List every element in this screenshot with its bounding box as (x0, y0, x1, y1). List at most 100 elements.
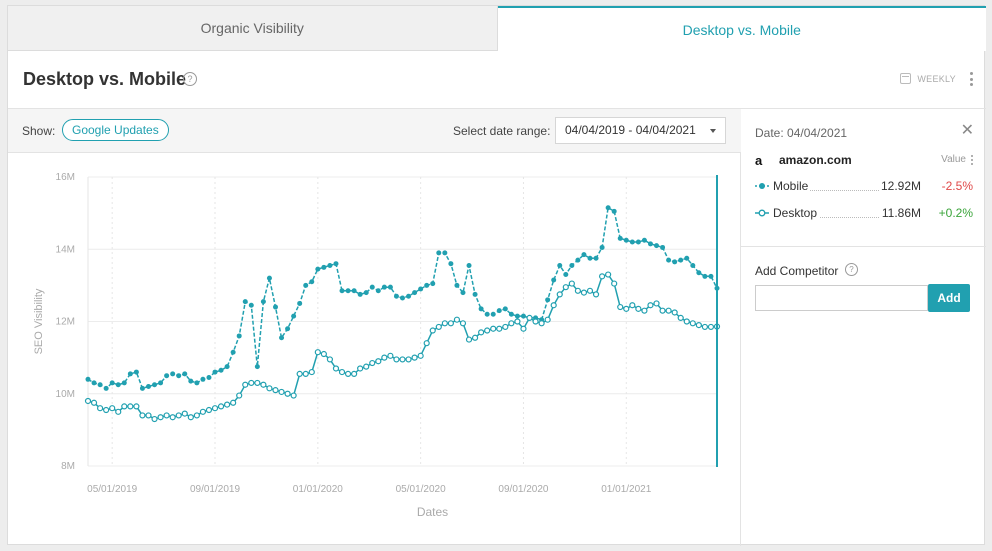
add-competitor-button[interactable]: Add (928, 284, 970, 312)
data-point-mobile (472, 291, 478, 297)
data-point-desktop (338, 368, 346, 376)
data-point-mobile (581, 252, 587, 258)
data-point-desktop (435, 323, 442, 331)
data-point-desktop (520, 325, 527, 332)
competitor-input[interactable] (755, 285, 928, 311)
data-point-desktop (387, 352, 394, 359)
data-point-desktop (411, 354, 418, 361)
data-point-desktop (151, 415, 158, 423)
data-point-mobile (672, 259, 678, 265)
x-tick-label: 01/01/2021 (601, 484, 651, 495)
data-point-mobile (121, 380, 127, 386)
data-point-desktop (266, 385, 273, 392)
data-point-mobile (545, 297, 551, 303)
data-point-desktop (617, 303, 624, 311)
data-point-desktop (351, 370, 358, 377)
hollow-dot-marker-icon (755, 209, 769, 217)
data-point-desktop (689, 320, 696, 327)
data-point-mobile (708, 273, 714, 279)
show-label: Show: (22, 124, 56, 138)
y-tick-label: 8M (61, 461, 75, 472)
data-point-mobile (115, 382, 121, 388)
google-updates-toggle[interactable]: Google Updates (62, 119, 169, 141)
data-point-mobile (224, 364, 230, 370)
date-range-select[interactable]: 04/04/2019 - 04/04/2021 (555, 117, 726, 144)
data-point-desktop (611, 280, 618, 287)
interval-toggle[interactable]: WEEKLY (900, 73, 956, 84)
tab-desktop-vs-mobile[interactable]: Desktop vs. Mobile (497, 6, 986, 51)
data-point-desktop (217, 403, 225, 410)
series-change: +0.2% (938, 206, 973, 220)
data-point-desktop (677, 314, 684, 321)
data-point-desktop (296, 370, 303, 377)
data-point-mobile (460, 290, 466, 296)
series-value: 11.86M (879, 206, 921, 220)
data-point-desktop (641, 307, 648, 314)
data-point-mobile (145, 384, 151, 390)
data-point-mobile (599, 244, 605, 250)
data-point-desktop (302, 370, 309, 377)
close-icon[interactable]: ✕ (961, 123, 974, 139)
data-point-desktop (592, 291, 600, 298)
data-point-desktop (665, 307, 672, 314)
y-tick-label: 16M (56, 172, 75, 183)
data-point-mobile (496, 308, 502, 314)
data-point-desktop (526, 314, 533, 321)
data-point-desktop (635, 305, 642, 312)
data-point-desktop (193, 412, 200, 419)
x-tick-label: 05/01/2020 (396, 484, 446, 495)
data-point-desktop (260, 381, 267, 388)
data-point-mobile (666, 257, 672, 263)
data-point-desktop (326, 356, 334, 363)
data-point-desktop (369, 359, 376, 367)
app-panel: Organic Visibility Desktop vs. Mobile De… (7, 5, 986, 546)
data-point-desktop (562, 284, 569, 291)
data-point-mobile (103, 385, 109, 391)
series-change: -2.5% (941, 179, 973, 193)
data-point-desktop (586, 287, 594, 294)
data-point-mobile (563, 272, 569, 278)
data-point-desktop (405, 356, 412, 363)
more-options-icon[interactable] (970, 72, 973, 86)
data-point-mobile (85, 376, 91, 382)
data-point-mobile (484, 311, 490, 317)
data-point-mobile (514, 313, 520, 319)
help-icon[interactable]: ? (183, 72, 197, 86)
data-point-desktop (139, 412, 146, 419)
data-point-mobile (91, 380, 97, 386)
data-point-mobile (587, 255, 593, 261)
data-point-desktop (254, 379, 261, 387)
tab-organic-visibility[interactable]: Organic Visibility (8, 6, 498, 51)
data-point-mobile (375, 288, 381, 294)
data-point-mobile (490, 311, 496, 317)
data-point-mobile (176, 373, 182, 379)
data-point-desktop (103, 406, 110, 414)
data-point-mobile (351, 288, 357, 294)
data-point-desktop (393, 356, 400, 363)
value-options-icon[interactable] (971, 155, 973, 165)
domain-name: amazon.com (779, 153, 852, 167)
data-point-mobile (502, 306, 508, 312)
data-point-mobile (660, 244, 666, 250)
data-point-desktop (308, 368, 315, 376)
data-point-desktop (532, 318, 539, 325)
date-range-value: 04/04/2019 - 04/04/2021 (565, 123, 696, 137)
data-point-mobile (454, 282, 460, 288)
data-point-desktop (453, 316, 461, 323)
data-point-desktop (707, 323, 715, 331)
divider (741, 246, 986, 247)
data-point-mobile (635, 239, 641, 245)
line-chart[interactable]: 8M 10M 12M 14M 16M 05/01/2019 09/01/2019 01/01/… (8, 153, 741, 545)
data-point-desktop (550, 302, 557, 309)
competitor-help-icon[interactable]: ? (845, 263, 858, 276)
data-point-mobile (430, 281, 436, 287)
calendar-icon (900, 73, 912, 84)
y-axis-title: SEO Visibility (33, 288, 45, 354)
data-point-mobile (164, 373, 170, 379)
data-point-desktop (556, 291, 563, 298)
data-point-desktop (127, 403, 134, 410)
data-point-mobile (448, 261, 454, 267)
data-point-desktop (145, 412, 152, 419)
data-point-mobile (412, 290, 418, 296)
data-point-desktop (695, 322, 702, 329)
